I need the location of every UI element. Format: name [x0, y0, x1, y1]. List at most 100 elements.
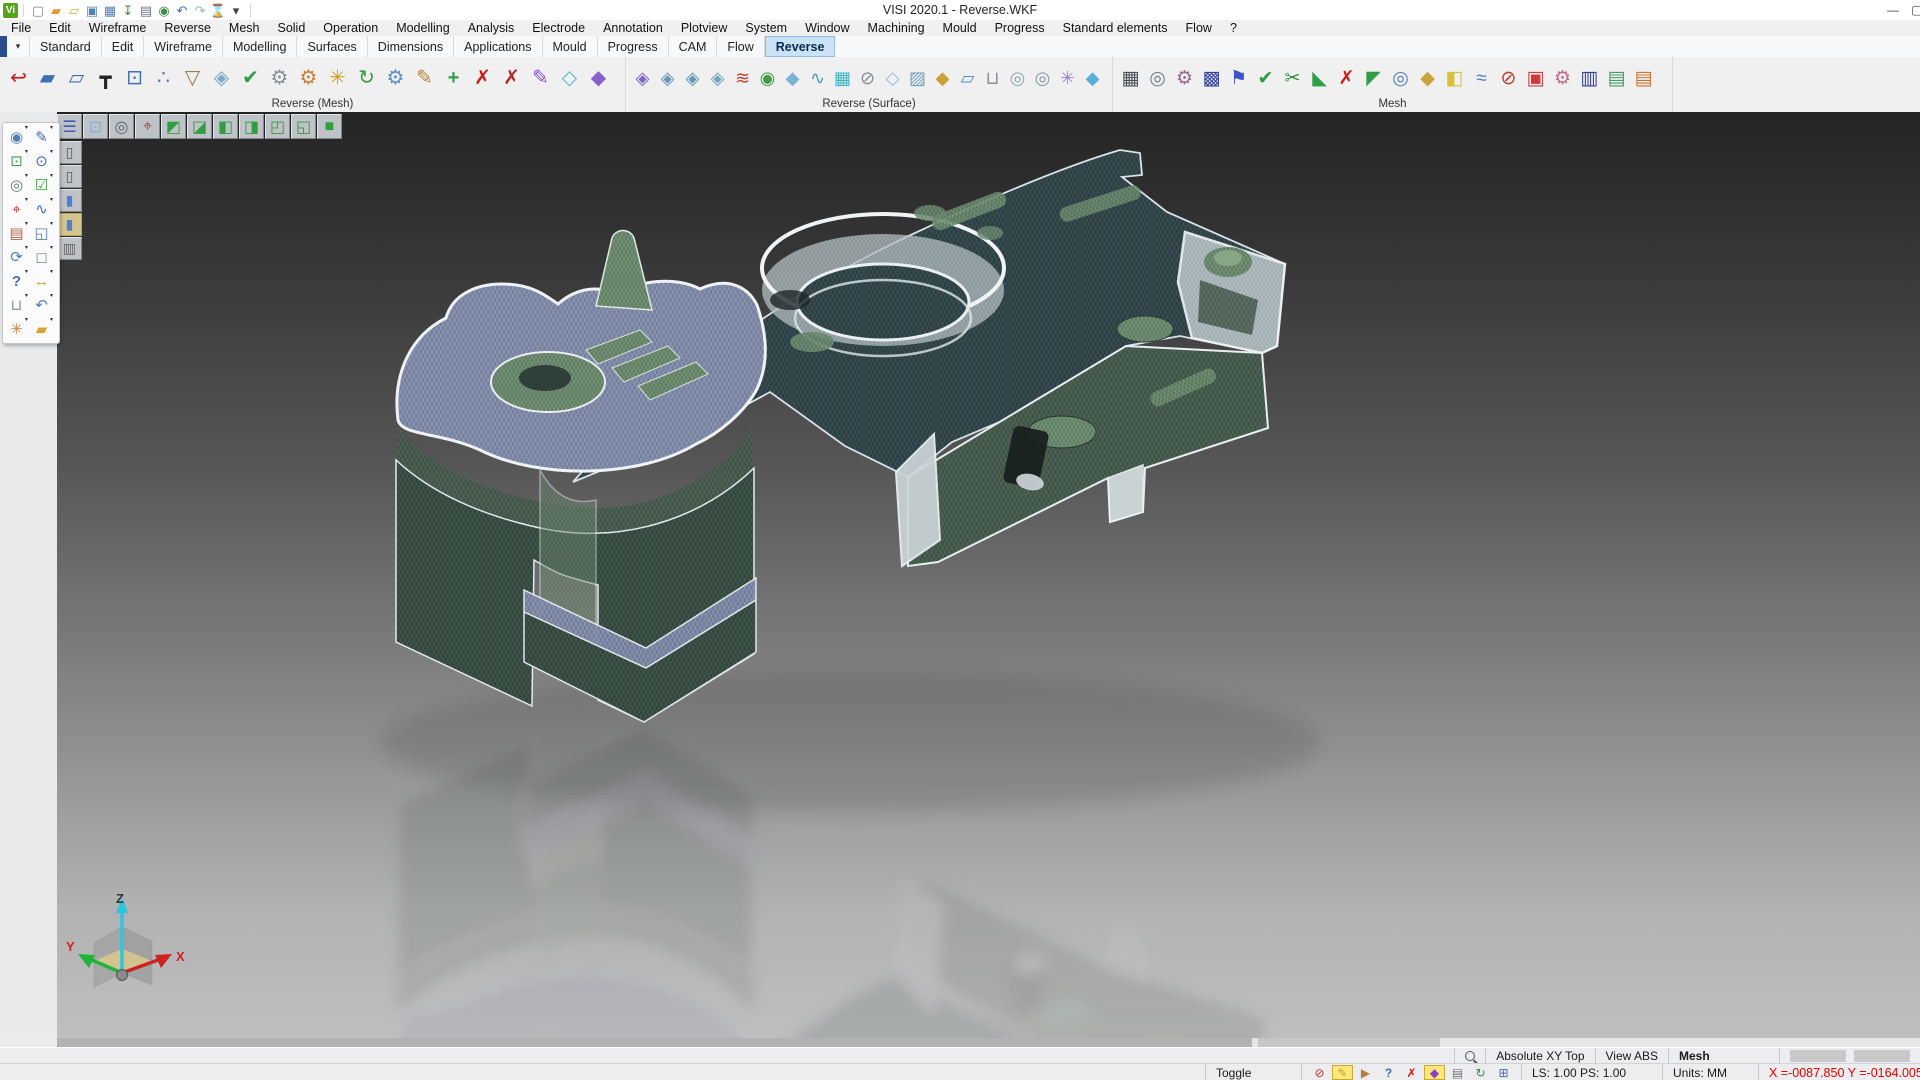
cube-gears-icon[interactable]: ⚙ — [1171, 63, 1198, 93]
sphere-fit-icon[interactable]: ◉ — [755, 63, 780, 93]
tab-modelling[interactable]: Modelling — [223, 36, 298, 57]
menu-wireframe[interactable]: Wireframe — [80, 20, 156, 36]
texture-patch-icon[interactable]: ▨ — [905, 63, 930, 93]
delete-surface-icon[interactable]: ⊔ — [980, 63, 1005, 93]
cage-edit-icon[interactable]: ◎ — [1030, 63, 1055, 93]
grid-region-icon[interactable]: ◈ — [705, 63, 730, 93]
wave-mesh-icon[interactable]: ≈ — [1468, 63, 1495, 93]
window-zoom-icon[interactable]: ⊡ — [83, 114, 108, 139]
tab-overflow-button[interactable]: ▾ — [7, 36, 30, 57]
circle-sketch-icon[interactable]: ⊙ — [30, 150, 53, 172]
context-help-icon[interactable]: ? — [1378, 1065, 1399, 1080]
trim-surface-icon[interactable]: ⊘ — [855, 63, 880, 93]
palette-cube-icon[interactable]: ◆ — [1414, 63, 1441, 93]
mesh-deviation-icon[interactable]: ◆ — [584, 63, 613, 93]
maximize-button[interactable]: ▢ — [1910, 0, 1920, 20]
align-plane-icon[interactable]: ⊡ — [120, 63, 149, 93]
view-menu-icon[interactable]: ☰ — [57, 114, 82, 139]
strip-surface-icon[interactable]: ≋ — [730, 63, 755, 93]
cpl-view-icon[interactable]: ⌖ — [135, 114, 160, 139]
view-window-icon[interactable]: ◱ — [30, 222, 53, 244]
cloud-filter-icon[interactable]: ▽ — [178, 63, 207, 93]
view-iso-icon[interactable]: ■ — [317, 114, 342, 139]
hidden-line-mode-icon[interactable]: ▯ — [57, 165, 82, 188]
menu-system[interactable]: System — [736, 20, 796, 36]
redo-icon[interactable]: ↷ — [191, 2, 209, 19]
help-icon[interactable]: ? — [5, 270, 28, 292]
view-front-icon[interactable]: ◰ — [265, 114, 290, 139]
stamp-red-icon[interactable]: ▣ — [1522, 63, 1549, 93]
menu-modelling[interactable]: Modelling — [387, 20, 459, 36]
new-file-icon[interactable]: ▢ — [29, 2, 47, 19]
tab-flow[interactable]: Flow — [717, 36, 764, 57]
open-file-icon[interactable]: ▰ — [47, 2, 65, 19]
menu-solid[interactable]: Solid — [268, 20, 314, 36]
fill-tri-icon[interactable]: ◤ — [1360, 63, 1387, 93]
units-indicator[interactable]: Units: MM — [1662, 1064, 1758, 1080]
menu-progress[interactable]: Progress — [986, 20, 1054, 36]
mesh-flip-icon[interactable]: ↻ — [352, 63, 381, 93]
transparent-mode-icon[interactable]: ▥ — [57, 237, 82, 260]
back-icon[interactable]: ↩ — [4, 63, 33, 93]
menu-window[interactable]: Window — [796, 20, 858, 36]
preview-icon[interactable]: ◉ — [155, 2, 173, 19]
pick-wand-icon[interactable]: ✎ — [1332, 1065, 1353, 1080]
tab-wireframe[interactable]: Wireframe — [144, 36, 223, 57]
flower-points-icon[interactable]: ✳ — [1055, 63, 1080, 93]
render-mode-indicator[interactable]: Mesh — [1668, 1048, 1779, 1064]
ucs-cube-icon[interactable]: ◆ — [1424, 1065, 1445, 1080]
menu-mesh[interactable]: Mesh — [220, 20, 269, 36]
status-button-blank-2[interactable] — [1854, 1050, 1910, 1062]
tab-cam[interactable]: CAM — [669, 36, 718, 57]
zoom-detail-icon[interactable]: ◎ — [5, 174, 28, 196]
mesh-paint-icon[interactable]: ✎ — [526, 63, 555, 93]
panels-icon[interactable]: ▥ — [1576, 63, 1603, 93]
dynamic-view-icon[interactable]: ◉ — [5, 126, 28, 148]
status-search[interactable] — [1454, 1048, 1485, 1064]
flat-patch-icon[interactable]: ◇ — [880, 63, 905, 93]
plane-fit-icon[interactable]: ◆ — [780, 63, 805, 93]
cut-mesh-icon[interactable]: ✂ — [1279, 63, 1306, 93]
viewport-grid-icon[interactable]: ⊞ — [1493, 1065, 1514, 1080]
shade-cube-icon[interactable]: ◻ — [30, 246, 53, 268]
mesh-check-icon[interactable]: ✔ — [236, 63, 265, 93]
refresh-icon[interactable]: ⟳ — [5, 246, 28, 268]
menu-reverse[interactable]: Reverse — [155, 20, 220, 36]
menu-mould[interactable]: Mould — [934, 20, 986, 36]
more-commands-icon[interactable]: ▾ — [227, 2, 245, 19]
measure-icon[interactable]: ↔ — [30, 270, 53, 292]
segment-surface-icon[interactable]: ◈ — [630, 63, 655, 93]
export-cloud-icon[interactable]: ▱ — [62, 63, 91, 93]
ribs-surface-icon[interactable]: ∿ — [805, 63, 830, 93]
menu-operation[interactable]: Operation — [314, 20, 387, 36]
menu-electrode[interactable]: Electrode — [523, 20, 594, 36]
region-surface-icon[interactable]: ◈ — [655, 63, 680, 93]
spline-icon[interactable]: ∿ — [30, 198, 53, 220]
menu-standard-elements[interactable]: Standard elements — [1054, 20, 1177, 36]
print-icon[interactable]: ▤ — [137, 2, 155, 19]
probe-icon[interactable]: ┳ — [91, 63, 120, 93]
mesh-repair-icon[interactable]: ⚙ — [265, 63, 294, 93]
shaded-edges-mode-icon[interactable]: ▮ — [57, 213, 82, 236]
cpl-icon[interactable]: ⌖ — [5, 198, 28, 220]
history-icon[interactable]: ⌛ — [209, 2, 227, 19]
view-bottom-icon[interactable]: ◪ — [187, 114, 212, 139]
snap-wheel-icon[interactable]: ✳ — [5, 318, 28, 340]
frame-select-icon[interactable]: ⊡ — [5, 150, 28, 172]
tab-edit[interactable]: Edit — [102, 36, 145, 57]
scrollbar-thumb[interactable] — [57, 1038, 1252, 1047]
patch-surface-icon[interactable]: ◈ — [680, 63, 705, 93]
confirm-icon[interactable]: ☑ — [30, 174, 53, 196]
view-abs-selector[interactable]: View ABS — [1595, 1048, 1668, 1064]
tab-reverse[interactable]: Reverse — [765, 36, 836, 57]
mesh-sculpt-icon[interactable]: ✎ — [410, 63, 439, 93]
point-cloud-icon[interactable]: ∴ — [149, 63, 178, 93]
mesh-add-icon[interactable]: + — [439, 63, 468, 93]
no-snap-icon[interactable]: ⊘ — [1309, 1065, 1330, 1080]
verify-mesh-icon[interactable]: ✔ — [1252, 63, 1279, 93]
menu-file[interactable]: File — [2, 20, 40, 36]
rainbow-mesh-icon[interactable]: ▤ — [1630, 63, 1657, 93]
layers-paint-icon[interactable]: ▤ — [5, 222, 28, 244]
export-icon[interactable]: ↧ — [119, 2, 137, 19]
view-top-icon[interactable]: ◩ — [161, 114, 186, 139]
